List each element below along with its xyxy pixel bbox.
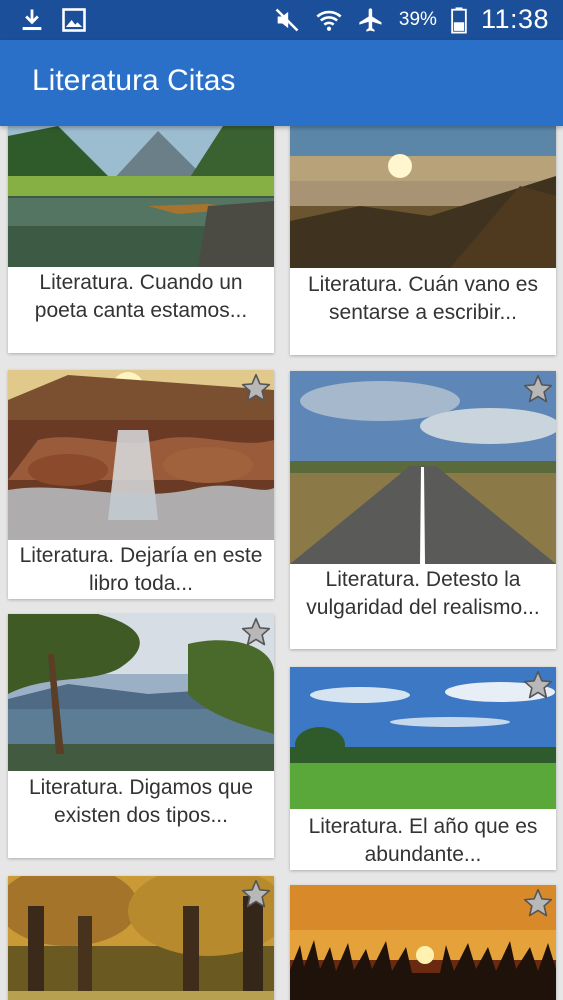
mute-icon [275, 8, 299, 31]
star-icon[interactable] [240, 616, 272, 648]
quote-card[interactable]: Literatura. Digamos que existen dos tipo… [8, 614, 274, 858]
card-image [290, 885, 556, 1000]
star-icon[interactable] [522, 373, 554, 405]
status-bar: 39% 11:38 [0, 0, 563, 40]
quote-card[interactable]: Literatura. El año que es abundante... [290, 667, 556, 870]
card-image [290, 371, 556, 564]
star-icon[interactable] [522, 669, 554, 701]
download-icon [22, 9, 42, 31]
card-image [8, 876, 274, 1000]
card-image [8, 614, 274, 771]
quote-card[interactable]: Literatura. Cuán vano es sentarse a escr… [290, 126, 556, 355]
quote-card[interactable] [290, 885, 556, 1000]
star-icon[interactable] [240, 372, 272, 404]
quote-card[interactable]: Literatura. Detesto la vulgaridad del re… [290, 371, 556, 649]
card-image [290, 126, 556, 268]
quote-card[interactable]: Literatura. Cuando un poeta canta estamo… [8, 126, 274, 353]
card-image [290, 667, 556, 809]
app-bar: Literatura Citas [0, 40, 563, 126]
card-image [8, 370, 274, 540]
airplane-icon [359, 7, 382, 32]
card-caption: Literatura. Dejaría en este libro toda..… [19, 544, 263, 595]
app-title: Literatura Citas [32, 64, 236, 97]
card-caption: Literatura. El año que es abundante... [308, 815, 538, 866]
quote-grid: Literatura. Cuando un poeta canta estamo… [0, 126, 563, 1000]
star-icon[interactable] [522, 887, 554, 919]
quote-card[interactable] [8, 876, 274, 1000]
card-caption: Literatura. Detesto la vulgaridad del re… [306, 568, 540, 619]
battery-icon [451, 6, 467, 33]
clock: 11:38 [480, 4, 549, 34]
card-caption: Literatura. Cuán vano es sentarse a escr… [308, 273, 538, 324]
card-image [8, 126, 274, 267]
image-icon [62, 8, 86, 32]
wifi-icon [316, 10, 342, 31]
quote-card[interactable]: Literatura. Dejaría en este libro toda..… [8, 370, 274, 599]
card-caption: Literatura. Cuando un poeta canta estamo… [34, 271, 248, 322]
battery-percent: 39% [398, 8, 437, 30]
card-caption: Literatura. Digamos que existen dos tipo… [28, 776, 254, 827]
star-icon[interactable] [240, 878, 272, 910]
